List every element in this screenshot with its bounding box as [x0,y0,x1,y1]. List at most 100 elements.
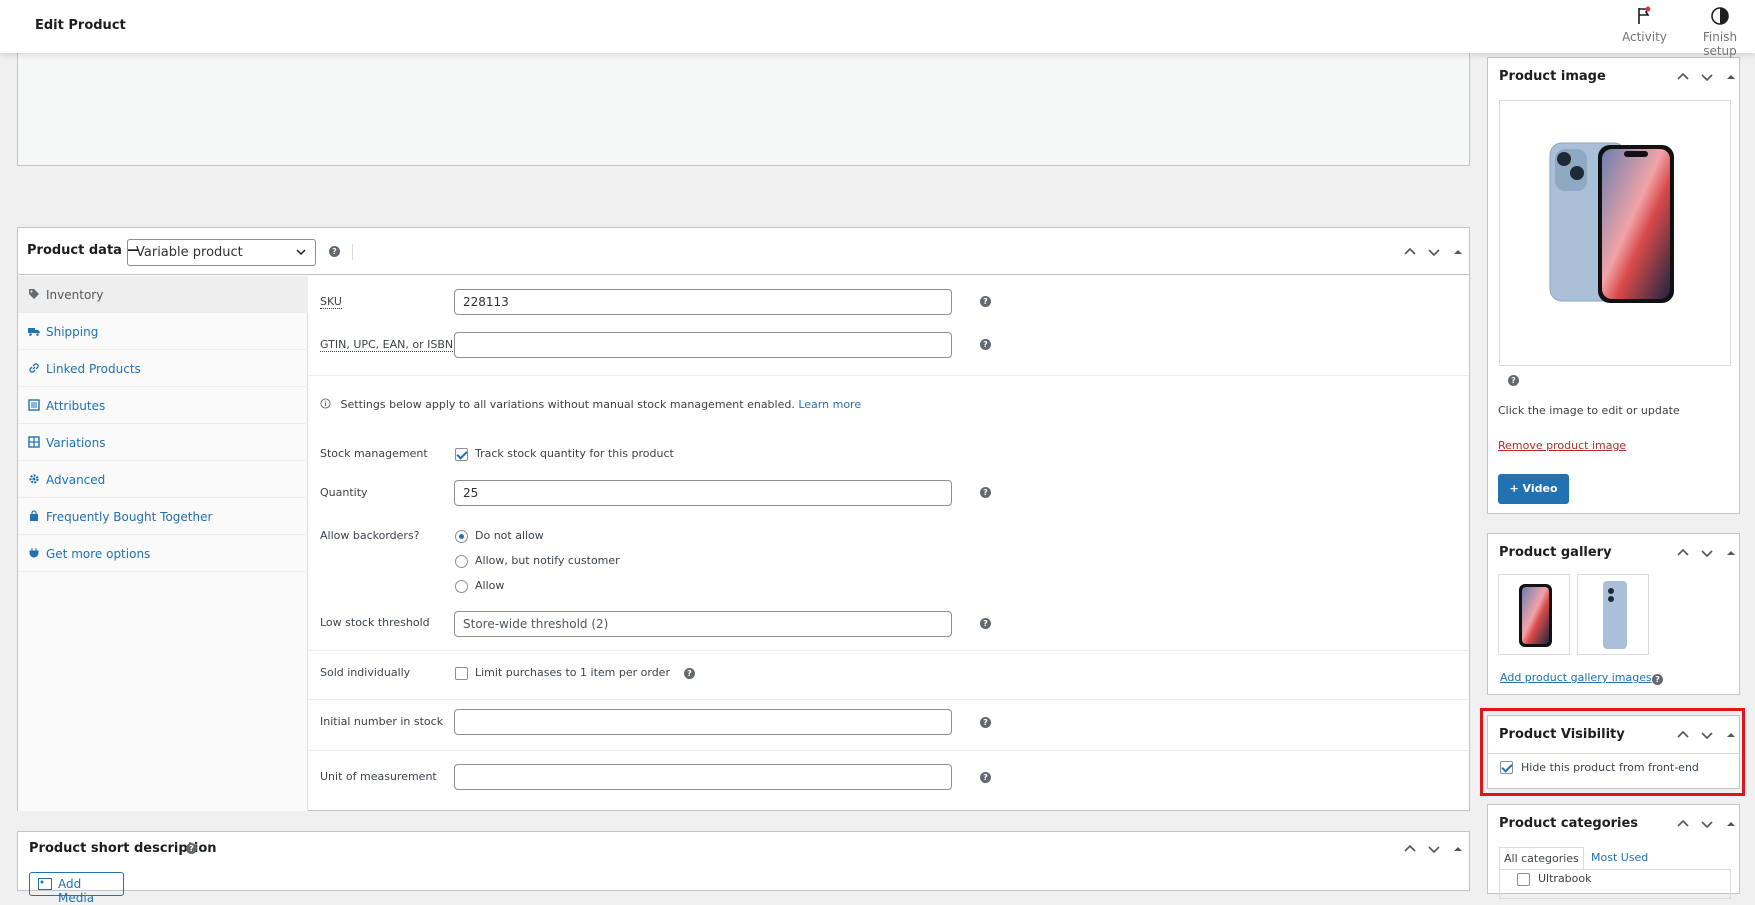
unit-input[interactable] [454,764,952,790]
backorder-option-label: Allow, but notify customer [475,554,620,567]
low-stock-input[interactable]: Store-wide threshold (2) [454,611,952,637]
add-media-button[interactable]: Add Media [29,872,124,905]
product-data-box: Product data — Variable product ? Invent… [17,227,1470,811]
top-bar: Edit Product Activity Finish setup [0,0,1755,58]
add-media-label: Add Media [58,877,95,905]
backorder-radio-do-not-allow[interactable] [455,530,468,543]
category-label: Ultrabook [1538,872,1592,885]
product-data-tabs: Inventory Shipping Linked Products Attri… [18,276,308,811]
move-up-icon[interactable] [1402,244,1418,260]
gallery-thumbnail[interactable] [1577,574,1649,655]
product-image[interactable] [1499,100,1731,366]
toggle-panel-icon[interactable] [1450,841,1466,857]
tab-label: Get more options [46,547,151,561]
backorder-radio-allow[interactable] [455,580,468,593]
header-divider [352,244,353,260]
add-video-button[interactable]: + Video [1498,474,1569,504]
help-icon[interactable]: ? [980,487,991,498]
backorder-option-label: Do not allow [475,529,544,542]
help-icon[interactable]: ? [1652,674,1663,685]
flag-icon [1638,6,1651,24]
help-icon[interactable]: ? [980,717,991,728]
stock-management-label: Stock management [320,447,428,460]
phone-back-image [1603,581,1627,649]
toggle-panel-icon[interactable] [1723,545,1739,561]
product-data-header: Product data — Variable product ? [18,228,1469,275]
initial-stock-input[interactable] [454,709,952,735]
hide-product-checkbox[interactable] [1500,761,1513,774]
activity-button[interactable]: Activity [1622,6,1667,44]
add-gallery-images-link[interactable]: Add product gallery images [1500,671,1652,684]
move-up-icon[interactable] [1402,841,1418,857]
toggle-panel-icon[interactable] [1450,244,1466,260]
move-up-icon[interactable] [1675,69,1691,85]
help-icon[interactable]: ? [186,843,197,854]
sold-individually-checkbox[interactable] [455,667,468,680]
activity-label: Activity [1622,30,1667,44]
gallery-thumbnail[interactable] [1498,574,1570,655]
track-stock-checkbox[interactable] [455,448,468,461]
phone-image [1549,142,1674,303]
tab-attributes[interactable]: Attributes [18,387,308,424]
tab-shipping[interactable]: Shipping [18,313,308,350]
tab-inventory[interactable]: Inventory [18,276,308,313]
product-type-select[interactable]: Variable product [127,239,316,266]
move-down-icon[interactable] [1699,545,1715,561]
sold-individually-label: Sold individually [320,666,411,679]
gear-icon [29,474,39,484]
gtin-input[interactable] [454,332,952,358]
info-icon [320,398,331,409]
low-stock-label: Low stock threshold [320,616,430,629]
toggle-panel-icon[interactable] [1723,727,1739,743]
move-up-icon[interactable] [1675,816,1691,832]
move-down-icon[interactable] [1699,727,1715,743]
product-data-title: Product data — [27,243,140,258]
finish-setup-button[interactable]: Finish setup [1685,6,1755,58]
backorder-radio-notify[interactable] [455,555,468,568]
toggle-panel-icon[interactable] [1723,69,1739,85]
category-checkbox[interactable] [1517,873,1530,886]
move-up-icon[interactable] [1675,545,1691,561]
tab-variations[interactable]: Variations [18,424,308,461]
product-type-value: Variable product [136,245,243,260]
move-down-icon[interactable] [1426,244,1442,260]
help-icon[interactable]: ? [1508,375,1519,386]
description-editor-area[interactable] [17,53,1470,166]
tab-frequently-bought-together[interactable]: Frequently Bought Together [18,498,308,535]
tab-most-used[interactable]: Most Used [1587,847,1652,868]
product-image-title: Product image [1499,69,1606,84]
remove-product-image-link[interactable]: Remove product image [1498,439,1626,452]
initial-stock-label: Initial number in stock [320,715,444,728]
inventory-panel: SKU 228113 ? GTIN, UPC, EAN, or ISBN ? S… [309,276,1469,811]
tab-all-categories[interactable]: All categories [1499,847,1584,869]
move-down-icon[interactable] [1699,69,1715,85]
grid-icon [28,436,40,448]
tab-linked-products[interactable]: Linked Products [18,350,308,387]
tab-get-more-options[interactable]: Get more options [18,535,308,572]
move-down-icon[interactable] [1699,816,1715,832]
learn-more-link[interactable]: Learn more [798,398,861,411]
product-visibility-title: Product Visibility [1499,727,1625,742]
move-up-icon[interactable] [1675,727,1691,743]
tab-label: Advanced [46,473,106,487]
toggle-panel-icon[interactable] [1723,816,1739,832]
product-image-box: Product image ? Click the image to edit … [1487,57,1740,514]
help-icon[interactable]: ? [980,772,991,783]
section-divider [309,699,1469,700]
box-controls [1402,244,1466,260]
move-down-icon[interactable] [1426,841,1442,857]
stock-info-note: Settings below apply to all variations w… [320,398,861,411]
help-icon[interactable]: ? [684,668,695,679]
help-icon[interactable]: ? [980,618,991,629]
help-icon[interactable]: ? [329,246,340,257]
tab-advanced[interactable]: Advanced [18,461,308,498]
help-icon[interactable]: ? [980,296,991,307]
sku-input[interactable]: 228113 [454,289,952,315]
truck-icon [28,328,40,336]
quantity-input[interactable]: 25 [454,480,952,506]
tab-label: Shipping [46,325,99,339]
category-list: Ultrabook [1499,869,1731,899]
finish-setup-label: Finish setup [1702,30,1738,58]
help-icon[interactable]: ? [980,339,991,350]
box-controls [1675,727,1739,743]
